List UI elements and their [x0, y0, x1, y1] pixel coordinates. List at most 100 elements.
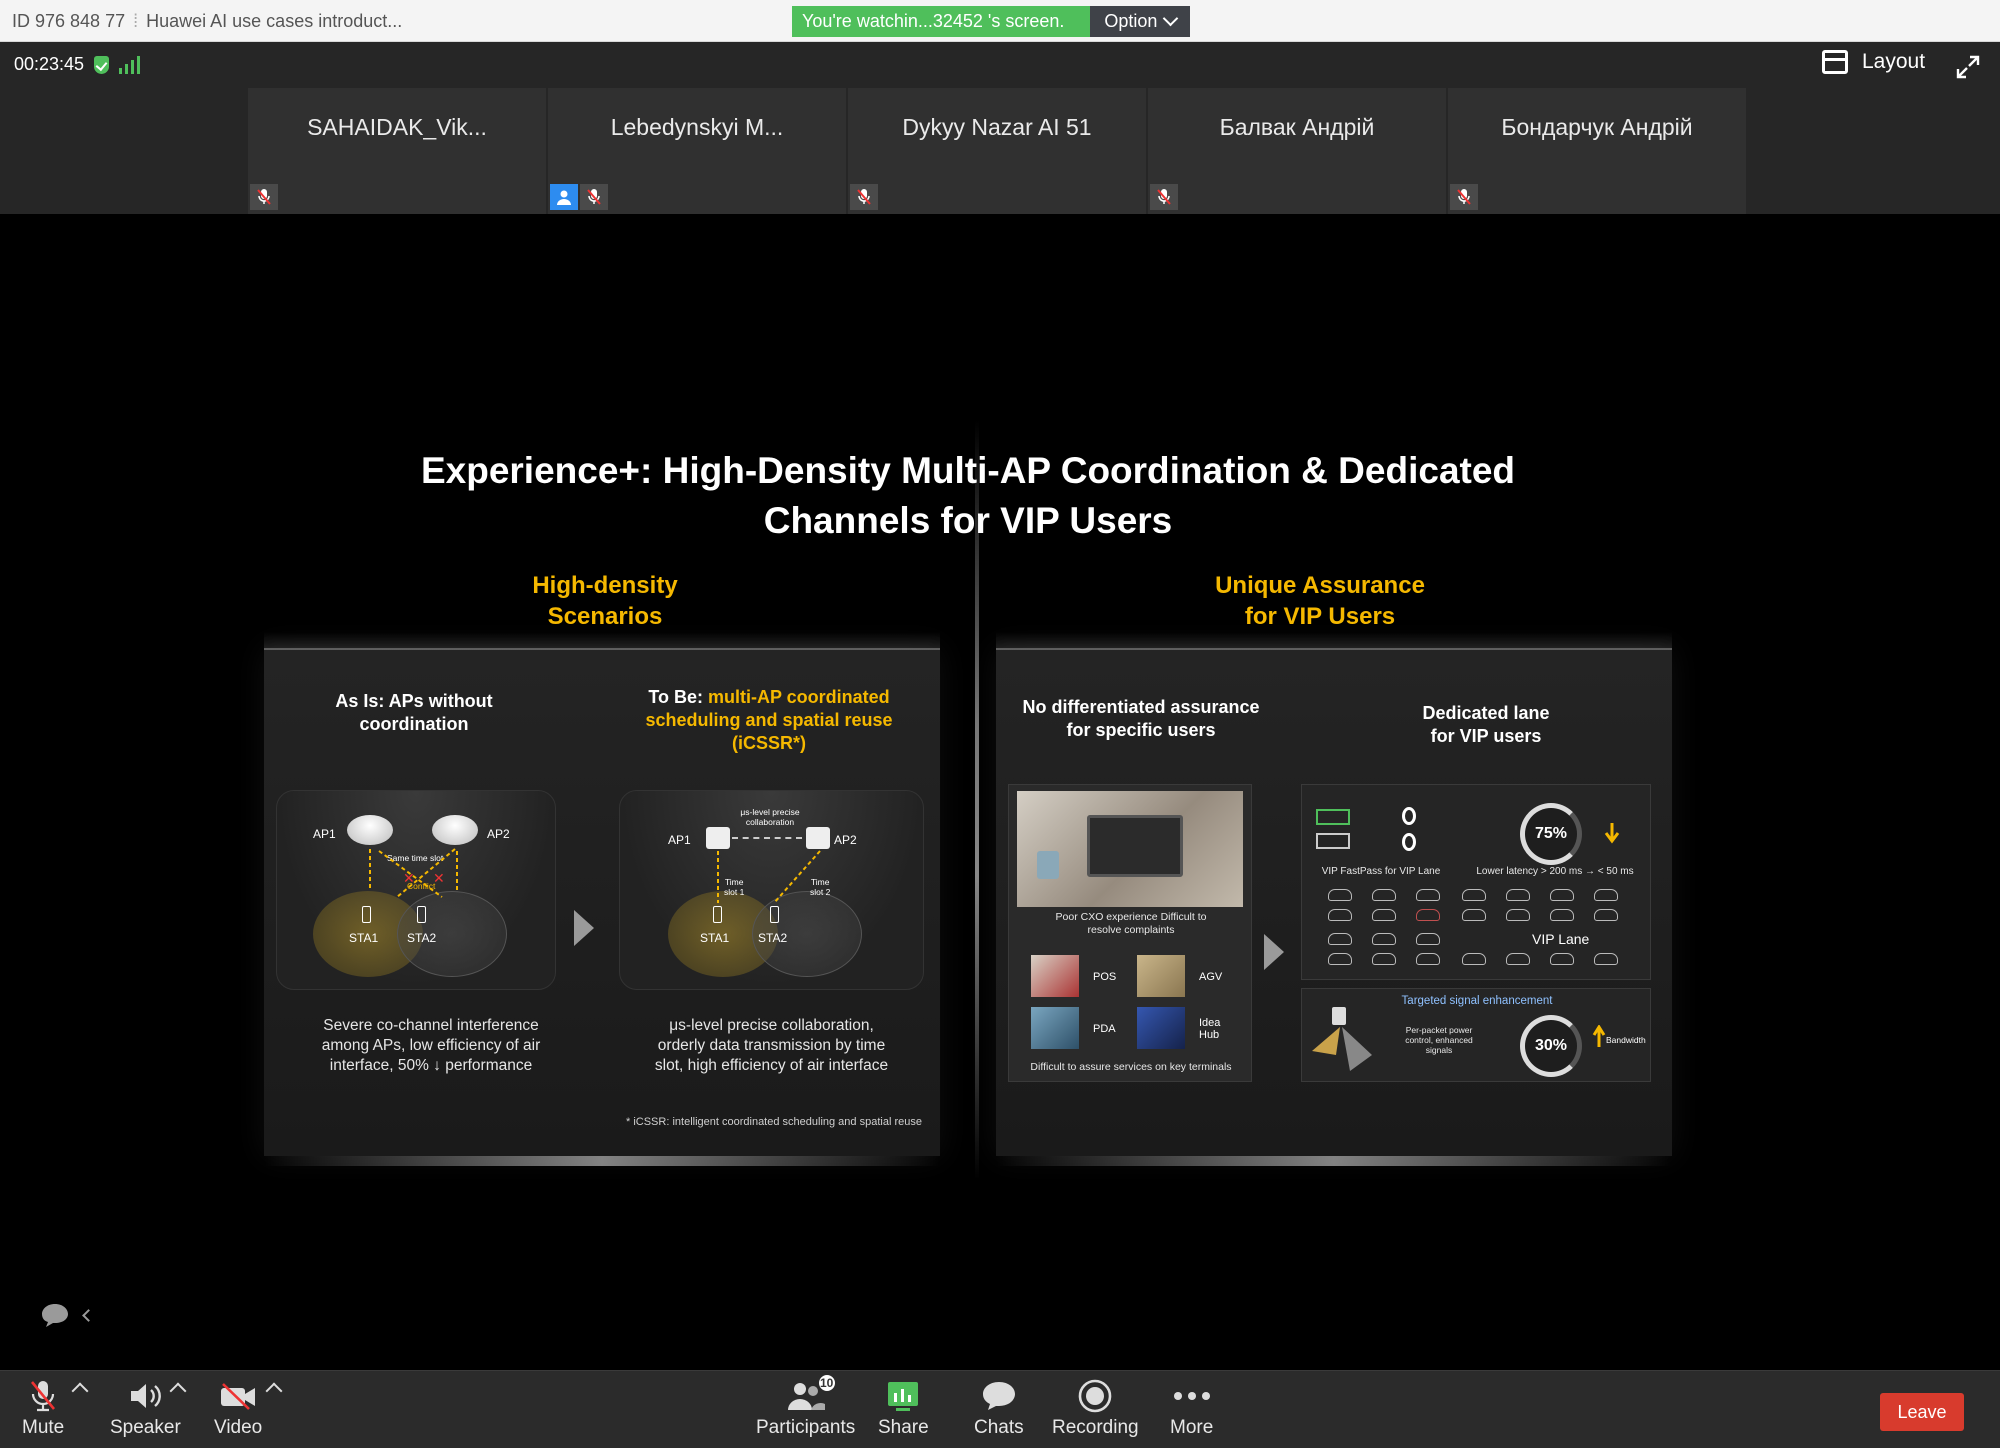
- participant-tile[interactable]: Балвак Андрій: [1148, 88, 1446, 214]
- as-is-heading: As Is: APs without coordination: [304, 690, 524, 736]
- coordination-link: [732, 837, 802, 839]
- car-icon: [1416, 889, 1440, 901]
- mic-muted-icon: [250, 184, 278, 210]
- description-line: μs-level precise collaboration,: [669, 1017, 874, 1034]
- description-line: orderly data transmission by time: [657, 1037, 886, 1054]
- caption-line: Per-packet power: [1405, 1025, 1473, 1035]
- chevron-down-icon: [1163, 10, 1179, 27]
- participant-tile[interactable]: Бондарчук Андрій: [1448, 88, 1746, 214]
- sta1-label: STA1: [700, 931, 730, 945]
- svg-text:✕: ✕: [433, 871, 445, 887]
- agv-terminal-icon: [1137, 955, 1185, 997]
- network-signal-icon[interactable]: [119, 55, 141, 74]
- chat-panel-toggle[interactable]: [40, 1302, 95, 1328]
- slide-title: Experience+: High-Density Multi-AP Coord…: [250, 446, 1686, 546]
- chat-icon: [982, 1382, 1015, 1410]
- participant-name: Бондарчук Андрій: [1501, 114, 1693, 140]
- latency-label: Lower latency > 200 ms → < 50 ms: [1476, 866, 1634, 877]
- note-line: μs-level precise: [740, 807, 800, 817]
- mic-muted-icon: [1450, 184, 1478, 210]
- participant-name: Lebedynskyi M...: [610, 114, 784, 140]
- fastpass-label: VIP FastPass for VIP Lane: [1321, 866, 1441, 877]
- terminal-label: PDA: [1093, 1023, 1116, 1035]
- bandwidth-percent-gauge: 30%: [1520, 1015, 1582, 1077]
- car-icon: [1328, 933, 1352, 945]
- description-line: among APs, low efficiency of air: [321, 1037, 541, 1054]
- participant-tiles: SAHAIDAK_Vik... Lebedynskyi M... Dykyy N…: [248, 88, 1746, 214]
- terminal-label: POS: [1093, 971, 1117, 983]
- pos-terminal-icon: [1031, 955, 1079, 997]
- subheading-line: coordination: [359, 714, 469, 734]
- layout-label: Layout: [1862, 50, 1926, 73]
- targeted-label: Targeted signal enhancement: [1401, 995, 1553, 1007]
- car-icon: [1372, 889, 1396, 901]
- terminal-label: Idea Hub: [1199, 1017, 1221, 1041]
- layout-grid-icon: [1822, 50, 1848, 74]
- per-packet-caption: Per-packet power control, enhanced signa…: [1384, 1025, 1494, 1055]
- mute-button[interactable]: Mute: [22, 1379, 64, 1439]
- chats-button[interactable]: Chats: [974, 1379, 1024, 1439]
- leave-button[interactable]: Leave: [1880, 1393, 1964, 1431]
- video-button[interactable]: Video: [214, 1379, 262, 1439]
- video-options-chevron-up-icon[interactable]: [265, 1382, 283, 1400]
- meeting-info: ID 976 848 77 ⁞ Huawei AI use cases introd…: [12, 11, 402, 32]
- mic-muted-icon: [580, 184, 608, 210]
- car-icon: [1416, 933, 1440, 945]
- camera-off-icon: [221, 1383, 256, 1410]
- video-label: Video: [214, 1417, 263, 1438]
- lane-signal-icon: [1402, 833, 1416, 851]
- dedicated-lane-heading: Dedicated lane for VIP users: [1366, 702, 1606, 748]
- car-icon: [1328, 909, 1352, 921]
- sta1-label: STA1: [349, 931, 379, 945]
- svg-text:✕: ✕: [403, 871, 415, 887]
- vip-lane-box: 75% VIP FastPass for VIP Lane Lower late…: [1301, 784, 1651, 980]
- arrow-up-icon: [1592, 1025, 1606, 1047]
- note-line: Time: [724, 877, 744, 887]
- car-icon: [1462, 953, 1486, 965]
- subheading-line: for VIP users: [1430, 726, 1542, 746]
- subheading-line: scheduling and spatial reuse: [645, 710, 893, 730]
- speaker-button[interactable]: Speaker: [110, 1379, 181, 1439]
- participant-tile[interactable]: Dykyy Nazar AI 51: [848, 88, 1146, 214]
- chat-bubble-icon: [42, 1304, 68, 1327]
- microphone-muted-icon: [31, 1381, 56, 1412]
- caption-line: resolve complaints: [1087, 924, 1175, 936]
- share-button[interactable]: Share: [878, 1379, 929, 1439]
- more-button[interactable]: More: [1170, 1379, 1213, 1439]
- layout-button[interactable]: Layout: [1822, 50, 1925, 74]
- lane-signal-icon: [1402, 807, 1416, 825]
- terminal-label: AGV: [1199, 971, 1223, 983]
- recording-button[interactable]: Recording: [1052, 1379, 1139, 1439]
- vip-lane-label: VIP Lane: [1532, 931, 1590, 947]
- share-screen-icon: [888, 1382, 919, 1411]
- participant-tile[interactable]: SAHAIDAK_Vik...: [248, 88, 546, 214]
- speaker-icon: [131, 1384, 162, 1408]
- signal-enhancement-box: Targeted signal enhancement Per-packet p…: [1301, 988, 1651, 1082]
- encryption-shield-icon[interactable]: [94, 55, 110, 74]
- host-user-icon: [550, 184, 578, 210]
- meeting-toolbar: Mute Speaker Video 10 Participants Share…: [0, 1370, 2000, 1448]
- caption-line: Poor CXO experience Difficult to: [1055, 911, 1207, 923]
- ap-device-icon: [1332, 1007, 1346, 1025]
- ap2-label: AP2: [834, 833, 857, 847]
- meeting-timer: 00:23:45: [14, 54, 85, 74]
- title-bar: ID 976 848 77 ⁞ Huawei AI use cases introd…: [0, 0, 2000, 42]
- signal-beam-icon: [1312, 1027, 1372, 1071]
- fullscreen-icon[interactable]: [1955, 54, 1981, 80]
- terminals-caption: Difficult to assure services on key term…: [1030, 1061, 1232, 1073]
- idea-hub-terminal-icon: [1137, 1007, 1185, 1049]
- option-label: Option: [1104, 11, 1158, 31]
- subheading-line: for specific users: [1066, 720, 1216, 740]
- option-button[interactable]: Option: [1090, 6, 1191, 37]
- mute-options-chevron-up-icon[interactable]: [71, 1382, 89, 1400]
- subheading-line: No differentiated assurance: [1022, 697, 1260, 717]
- title-separator: ⁞: [133, 11, 139, 31]
- signal-arrows: ✕ ✕: [369, 848, 458, 898]
- screen-share-banner: You're watchin...32452 's screen. Option: [792, 6, 1191, 37]
- note-line: Time: [810, 877, 830, 887]
- subheading-line: As Is: APs without: [335, 691, 493, 711]
- participants-count-badge: 10: [816, 1373, 837, 1393]
- participant-tile[interactable]: Lebedynskyi M...: [548, 88, 846, 214]
- mute-label: Mute: [22, 1417, 65, 1438]
- participants-button[interactable]: 10 Participants: [756, 1373, 855, 1439]
